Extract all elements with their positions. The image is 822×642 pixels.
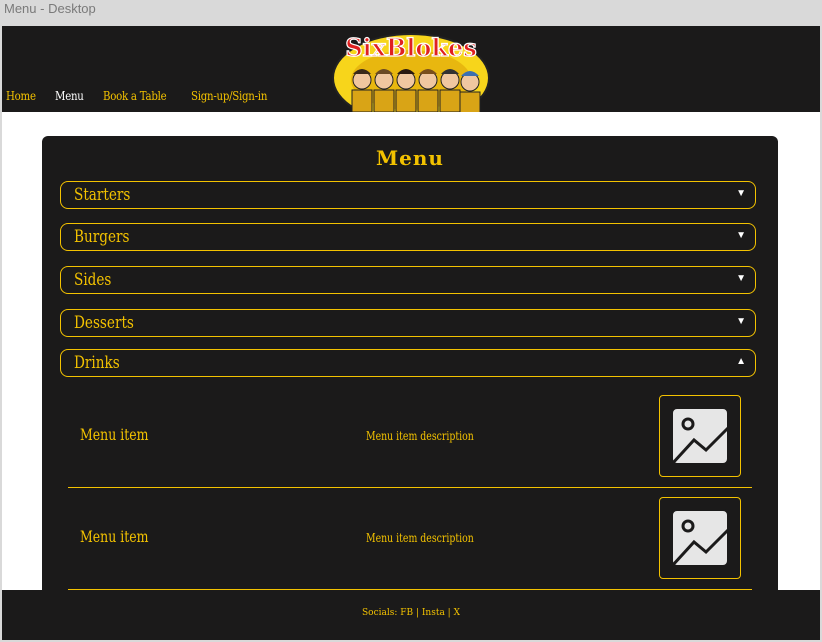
accordion-label: Burgers bbox=[74, 227, 130, 247]
chevron-down-icon: ▼ bbox=[736, 230, 746, 241]
page: Home Menu Book a Table Sign-up/Sign-in S… bbox=[2, 26, 820, 640]
footer: Socials: FB | Insta | X bbox=[2, 590, 820, 640]
image-placeholder-icon bbox=[670, 407, 730, 466]
accordion-label: Sides bbox=[74, 270, 112, 290]
chevron-down-icon: ▼ bbox=[736, 273, 746, 284]
nav-menu[interactable]: Menu bbox=[55, 89, 84, 103]
accordion-drinks[interactable]: Drinks ▲ bbox=[60, 349, 756, 377]
nav-home[interactable]: Home bbox=[6, 89, 36, 103]
menu-item-image[interactable] bbox=[659, 497, 741, 579]
svg-text:SixBlokes: SixBlokes bbox=[345, 33, 477, 62]
accordion-starters[interactable]: Starters ▼ bbox=[60, 181, 756, 209]
header: Home Menu Book a Table Sign-up/Sign-in S… bbox=[2, 26, 820, 112]
main-nav: Home Menu Book a Table Sign-up/Sign-in bbox=[6, 89, 281, 103]
menu-panel: Menu Starters ▼ Burgers ▼ Sides ▼ Desser… bbox=[42, 136, 778, 640]
panel-title: Menu bbox=[376, 146, 444, 170]
accordion-label: Starters bbox=[74, 185, 131, 205]
accordion-desserts[interactable]: Desserts ▼ bbox=[60, 309, 756, 337]
footer-socials[interactable]: Socials: FB | Insta | X bbox=[2, 608, 820, 618]
image-placeholder-icon bbox=[670, 509, 730, 568]
menu-item-name: Menu item bbox=[80, 527, 149, 546]
accordion-burgers[interactable]: Burgers ▼ bbox=[60, 223, 756, 251]
logo[interactable]: SixBlokes bbox=[332, 28, 490, 112]
menu-item-image[interactable] bbox=[659, 395, 741, 477]
nav-book-table[interactable]: Book a Table bbox=[103, 89, 167, 103]
menu-item-name: Menu item bbox=[80, 425, 149, 444]
menu-item-description: Menu item description bbox=[366, 531, 474, 545]
menu-item-description: Menu item description bbox=[366, 429, 474, 443]
chevron-down-icon: ▼ bbox=[736, 188, 746, 199]
menu-item-row[interactable]: Menu item Menu item description bbox=[68, 491, 752, 590]
window-title: Menu - Desktop bbox=[4, 1, 96, 16]
chevron-down-icon: ▼ bbox=[736, 316, 746, 327]
menu-item-row[interactable]: Menu item Menu item description bbox=[68, 389, 752, 488]
chevron-up-icon: ▲ bbox=[736, 356, 746, 367]
accordion-sides[interactable]: Sides ▼ bbox=[60, 266, 756, 294]
accordion-label: Drinks bbox=[74, 353, 120, 373]
nav-signup-signin[interactable]: Sign-up/Sign-in bbox=[191, 89, 267, 103]
accordion-label: Desserts bbox=[74, 313, 134, 333]
